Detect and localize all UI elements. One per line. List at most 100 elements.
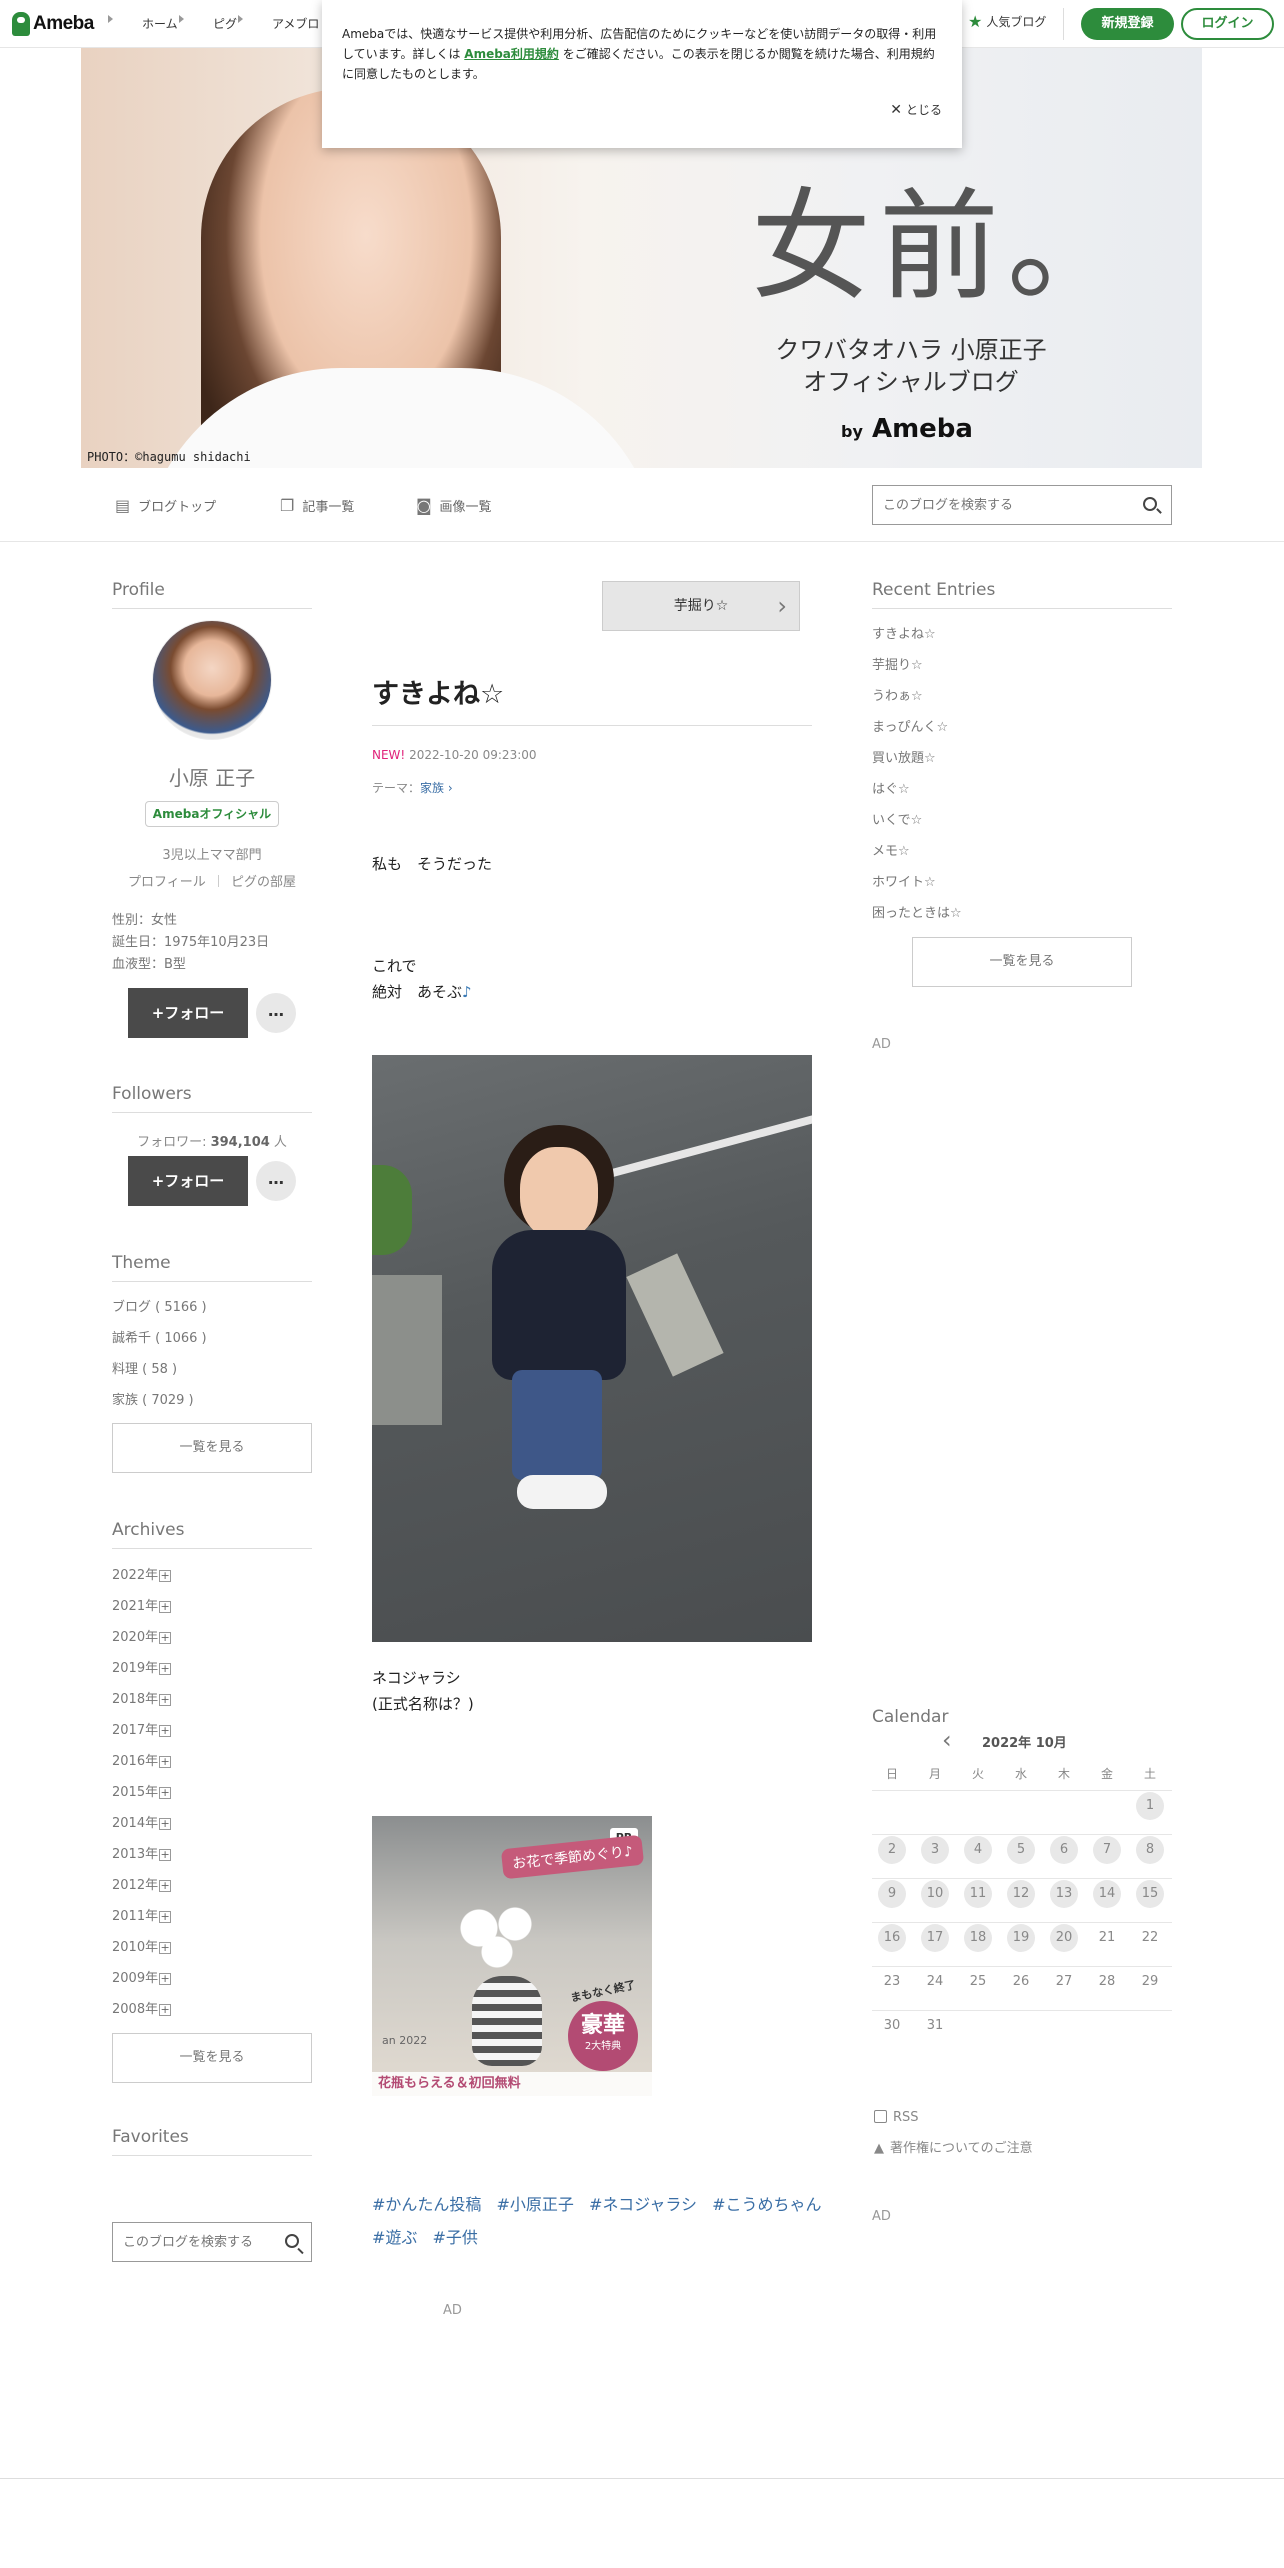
expand-plus-icon[interactable]: + — [159, 1942, 172, 1954]
expand-plus-icon[interactable]: + — [159, 1787, 172, 1799]
calendar-day[interactable]: 13 — [1050, 1880, 1078, 1908]
hashtag-link[interactable]: #遊ぶ — [372, 2228, 417, 2247]
calendar-day[interactable]: 2 — [878, 1836, 906, 1864]
archive-item[interactable]: 2020年 + — [112, 1626, 172, 1645]
calendar-day[interactable]: 8 — [1136, 1836, 1164, 1864]
recent-entry-link[interactable]: はぐ☆ — [872, 778, 910, 797]
ameba-logo[interactable]: Ameba — [12, 12, 94, 36]
theme-see-all-button[interactable]: 一覧を見る — [112, 1423, 312, 1473]
calendar-day[interactable]: 5 — [1007, 1836, 1035, 1864]
follow-button-2[interactable]: +フォロー — [128, 1156, 248, 1206]
archive-item[interactable]: 2014年 + — [112, 1812, 172, 1831]
calendar-day[interactable]: 17 — [921, 1924, 949, 1952]
archive-item[interactable]: 2022年 + — [112, 1564, 172, 1583]
recent-entry-link[interactable]: メモ☆ — [872, 840, 910, 859]
calendar-day[interactable]: 3 — [921, 1836, 949, 1864]
expand-plus-icon[interactable]: + — [159, 1973, 172, 1985]
entry-photo[interactable] — [372, 1055, 812, 1642]
archive-item[interactable]: 2010年 + — [112, 1936, 172, 1955]
image-list-link[interactable]: ◙ 画像一覧 — [416, 496, 492, 515]
calendar-day[interactable]: 16 — [878, 1924, 906, 1952]
recent-entry-link[interactable]: うわぁ☆ — [872, 685, 923, 704]
expand-plus-icon[interactable]: + — [159, 1663, 172, 1675]
archive-item[interactable]: 2018年 + — [112, 1688, 172, 1707]
more-button-2[interactable]: … — [256, 1161, 296, 1201]
calendar-day[interactable]: 12 — [1007, 1880, 1035, 1908]
profile-avatar[interactable] — [152, 620, 272, 740]
copyright-link[interactable]: ▲ 著作権についてのご注意 — [874, 2137, 1033, 2156]
hashtag-link[interactable]: #小原正子 — [497, 2195, 574, 2214]
archive-item[interactable]: 2012年 + — [112, 1874, 172, 1893]
recent-entry-link[interactable]: いくで☆ — [872, 809, 922, 828]
archive-item[interactable]: 2011年 + — [112, 1905, 172, 1924]
nav-home[interactable]: ホーム — [108, 15, 178, 32]
archive-item[interactable]: 2009年 + — [112, 1967, 172, 1986]
profile-rank[interactable]: 3児以上ママ部門 — [112, 844, 312, 863]
archive-item[interactable]: 2015年 + — [112, 1781, 172, 1800]
recent-entry-link[interactable]: 芋掘り☆ — [872, 654, 923, 673]
recent-entry-link[interactable]: 買い放題☆ — [872, 747, 936, 766]
expand-plus-icon[interactable]: + — [159, 1880, 172, 1892]
search-icon[interactable] — [285, 2234, 299, 2248]
theme-item[interactable]: 誠希千 ( 1066 ) — [112, 1327, 207, 1346]
nav-ameblo[interactable]: アメブロ — [238, 15, 319, 32]
popular-blog-link[interactable]: ★ 人気ブログ — [968, 13, 1046, 30]
hashtag-link[interactable]: #こうめちゃん — [712, 2195, 821, 2214]
calendar-day[interactable]: 20 — [1050, 1924, 1078, 1952]
entry-title[interactable]: すきよね☆ — [372, 672, 812, 726]
expand-plus-icon[interactable]: + — [159, 1632, 172, 1644]
expand-plus-icon[interactable]: + — [159, 1570, 172, 1582]
expand-plus-icon[interactable]: + — [159, 1694, 172, 1706]
calendar-day[interactable]: 4 — [964, 1836, 992, 1864]
login-button[interactable]: ログイン — [1181, 8, 1274, 40]
archive-item[interactable]: 2013年 + — [112, 1843, 172, 1862]
archive-item[interactable]: 2016年 + — [112, 1750, 172, 1769]
calendar-prev-icon[interactable]: ‹ — [942, 1728, 952, 1752]
recent-see-all-button[interactable]: 一覧を見る — [912, 937, 1132, 987]
recent-entry-link[interactable]: まっぴんく☆ — [872, 716, 948, 735]
entry-theme-link[interactable]: 家族 › — [420, 781, 453, 795]
hashtag-link[interactable]: #かんたん投稿 — [372, 2195, 481, 2214]
expand-plus-icon[interactable]: + — [159, 1849, 172, 1861]
expand-plus-icon[interactable]: + — [159, 2004, 172, 2016]
calendar-day[interactable]: 7 — [1093, 1836, 1121, 1864]
calendar-day[interactable]: 10 — [921, 1880, 949, 1908]
search-icon[interactable] — [1143, 497, 1157, 511]
calendar-day[interactable]: 11 — [964, 1880, 992, 1908]
archive-item[interactable]: 2008年 + — [112, 1998, 172, 2017]
theme-item[interactable]: 料理 ( 58 ) — [112, 1358, 177, 1377]
profile-link[interactable]: プロフィール — [128, 875, 206, 890]
expand-plus-icon[interactable]: + — [159, 1725, 172, 1737]
entry-list-link[interactable]: ❐ 記事一覧 — [280, 496, 354, 515]
calendar-day[interactable]: 18 — [964, 1924, 992, 1952]
pr-ad-image[interactable]: PR お花で季節めぐり♪ an 2022 まもなく終了 豪華 2大特典 花瓶もら… — [372, 1816, 652, 2096]
expand-plus-icon[interactable]: + — [159, 1911, 172, 1923]
calendar-day[interactable]: 19 — [1007, 1924, 1035, 1952]
profile-name[interactable]: 小原 正子 — [112, 762, 312, 791]
prev-entry-button[interactable]: 芋掘り☆ › — [602, 581, 800, 631]
calendar-day[interactable]: 9 — [878, 1880, 906, 1908]
recent-entry-link[interactable]: ホワイト☆ — [872, 871, 936, 890]
nav-pig[interactable]: ピグ — [179, 15, 237, 32]
archive-item[interactable]: 2021年 + — [112, 1595, 172, 1614]
archive-item[interactable]: 2019年 + — [112, 1657, 172, 1676]
archives-see-all-button[interactable]: 一覧を見る — [112, 2033, 312, 2083]
hashtag-link[interactable]: #ネコジャラシ — [589, 2195, 697, 2214]
theme-item[interactable]: ブログ ( 5166 ) — [112, 1296, 207, 1315]
calendar-day[interactable]: 6 — [1050, 1836, 1078, 1864]
expand-plus-icon[interactable]: + — [159, 1756, 172, 1768]
cookie-close-button[interactable]: ✕ とじる — [890, 100, 942, 120]
expand-plus-icon[interactable]: + — [159, 1818, 172, 1830]
favorites-search-input[interactable] — [113, 2223, 273, 2261]
pig-room-link[interactable]: ピグの部屋 — [231, 875, 296, 890]
blog-top-link[interactable]: ▤ ブログトップ — [115, 496, 216, 515]
follow-button[interactable]: +フォロー — [128, 988, 248, 1038]
archive-item[interactable]: 2017年 + — [112, 1719, 172, 1738]
rss-link[interactable]: RSS — [874, 2110, 919, 2125]
recent-entry-link[interactable]: すきよね☆ — [872, 623, 936, 642]
calendar-day[interactable]: 1 — [1136, 1792, 1164, 1820]
blog-search-input[interactable] — [873, 486, 1113, 524]
theme-item[interactable]: 家族 ( 7029 ) — [112, 1389, 194, 1408]
expand-plus-icon[interactable]: + — [159, 1601, 172, 1613]
hashtag-link[interactable]: #子供 — [433, 2228, 478, 2247]
